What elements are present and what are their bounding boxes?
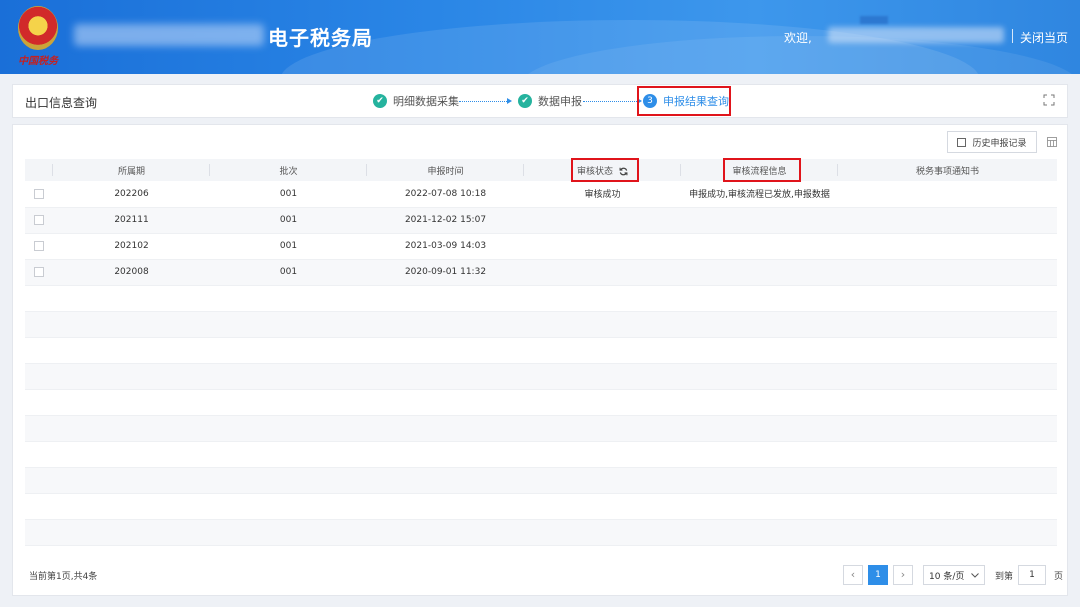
step-connector	[459, 101, 509, 102]
step-panel: 出口信息查询 ✔ 明细数据采集 ✔ 数据申报 3 申报结果查询	[12, 84, 1068, 118]
row-select-cell	[25, 259, 53, 286]
check-circle-icon: ✔	[518, 94, 532, 108]
batch-cell: 001	[210, 207, 367, 234]
batch-cell: 001	[210, 259, 367, 286]
period-cell: 202008	[53, 259, 210, 286]
table-header-row: 所属期 批次 申报时间 审核状态 审核流程信息 税务事项通知书	[25, 159, 1057, 181]
audit-flow-cell	[681, 207, 838, 234]
empty-row	[25, 363, 1057, 390]
tax-notice-cell	[838, 181, 1057, 208]
batch-cell: 001	[210, 233, 367, 260]
header-divider	[1012, 29, 1013, 43]
declare-time-cell: 2021-12-02 15:07	[367, 207, 524, 234]
emblem-icon	[18, 6, 58, 50]
column-header-audit-status: 审核状态	[524, 159, 681, 181]
check-circle-icon: ✔	[373, 94, 387, 108]
page-1-button[interactable]: 1	[868, 565, 888, 585]
emblem-caption: 中国税务	[18, 56, 58, 67]
table-row[interactable]: 202111 001 2021-12-02 15:07	[25, 207, 1057, 234]
empty-row	[25, 441, 1057, 468]
row-checkbox[interactable]	[34, 240, 44, 251]
row-checkbox[interactable]	[34, 266, 44, 277]
table-row[interactable]: 202008 001 2020-09-01 11:32	[25, 259, 1057, 286]
next-page-button[interactable]: ›	[893, 565, 913, 585]
prev-page-button[interactable]: ‹	[843, 565, 863, 585]
user-name-redacted	[860, 16, 888, 24]
chevron-down-icon	[971, 572, 979, 578]
user-name-redacted	[828, 27, 1004, 43]
column-header-tax-notice: 税务事项通知书	[838, 159, 1057, 181]
site-title: 电子税务局	[268, 26, 373, 50]
history-records-label: 历史申报记录	[972, 138, 1027, 149]
column-header-batch: 批次	[210, 159, 367, 181]
audit-status-cell	[524, 233, 681, 260]
step-connector	[583, 101, 639, 102]
audit-flow-cell: 申报成功,审核流程已发放,申报数据	[681, 181, 838, 208]
empty-row	[25, 467, 1057, 494]
audit-flow-cell	[681, 233, 838, 260]
declaration-results-table: 所属期 批次 申报时间 审核状态 审核流程信息 税务事项通知书 202206 0…	[25, 159, 1057, 546]
select-column-header	[25, 159, 53, 181]
column-header-period: 所属期	[53, 159, 210, 181]
column-header-audit-flow: 审核流程信息	[681, 159, 838, 181]
table-row[interactable]: 202206 001 2022-07-08 10:18 审核成功 申报成功,审核…	[25, 181, 1057, 208]
document-icon	[957, 137, 967, 147]
period-cell: 202111	[53, 207, 210, 234]
empty-row	[25, 337, 1057, 364]
step-detail-collection[interactable]: ✔ 明细数据采集	[373, 93, 459, 109]
arrow-right-icon	[507, 98, 512, 104]
page-size-select[interactable]: 10 条/页	[923, 565, 985, 585]
app-header: 中国税务 电子税务局 欢迎, 关闭当页	[0, 0, 1080, 74]
pagination-info: 当前第1页,共4条	[29, 572, 98, 582]
audit-status-cell: 审核成功	[524, 181, 681, 208]
page-unit-label: 页	[1054, 572, 1064, 582]
column-settings-icon[interactable]	[1047, 137, 1057, 147]
fullscreen-icon[interactable]	[1043, 94, 1055, 106]
empty-row	[25, 389, 1057, 416]
row-select-cell	[25, 207, 53, 234]
tax-emblem-logo: 中国税务	[14, 6, 62, 67]
empty-row	[25, 519, 1057, 546]
batch-cell: 001	[210, 181, 367, 208]
tax-notice-cell	[838, 207, 1057, 234]
audit-status-cell	[524, 207, 681, 234]
history-records-button[interactable]: 历史申报记录	[947, 131, 1037, 153]
page-size-value: 10 条/页	[929, 571, 965, 582]
row-select-cell	[25, 181, 53, 208]
close-page-link[interactable]: 关闭当页	[1020, 29, 1068, 46]
org-name-redacted	[74, 24, 264, 46]
tax-notice-cell	[838, 233, 1057, 260]
row-checkbox[interactable]	[34, 188, 44, 199]
page-title: 出口信息查询	[25, 96, 98, 110]
table-row[interactable]: 202102 001 2021-03-09 14:03	[25, 233, 1057, 260]
empty-row	[25, 493, 1057, 520]
column-header-declare-time: 申报时间	[367, 159, 524, 181]
step-label: 数据申报	[538, 95, 582, 108]
period-cell: 202206	[53, 181, 210, 208]
step-data-declaration[interactable]: ✔ 数据申报	[518, 93, 582, 109]
goto-page-input[interactable]	[1018, 565, 1046, 585]
declare-time-cell: 2020-09-01 11:32	[367, 259, 524, 286]
row-select-cell	[25, 233, 53, 260]
row-checkbox[interactable]	[34, 214, 44, 225]
empty-row	[25, 285, 1057, 312]
refresh-icon[interactable]	[619, 167, 628, 176]
declare-time-cell: 2021-03-09 14:03	[367, 233, 524, 260]
empty-row	[25, 415, 1057, 442]
period-cell: 202102	[53, 233, 210, 260]
welcome-text: 欢迎,	[784, 31, 812, 45]
results-panel: 历史申报记录 所属期 批次 申报时间 审核状态 审核流程信息 税务事项通知书 2…	[12, 124, 1068, 596]
audit-status-cell	[524, 259, 681, 286]
highlight-box-step	[637, 86, 731, 116]
step-label: 明细数据采集	[393, 95, 459, 108]
declare-time-cell: 2022-07-08 10:18	[367, 181, 524, 208]
goto-page-label: 到第	[995, 572, 1014, 582]
empty-row	[25, 311, 1057, 338]
audit-flow-cell	[681, 259, 838, 286]
tax-notice-cell	[838, 259, 1057, 286]
